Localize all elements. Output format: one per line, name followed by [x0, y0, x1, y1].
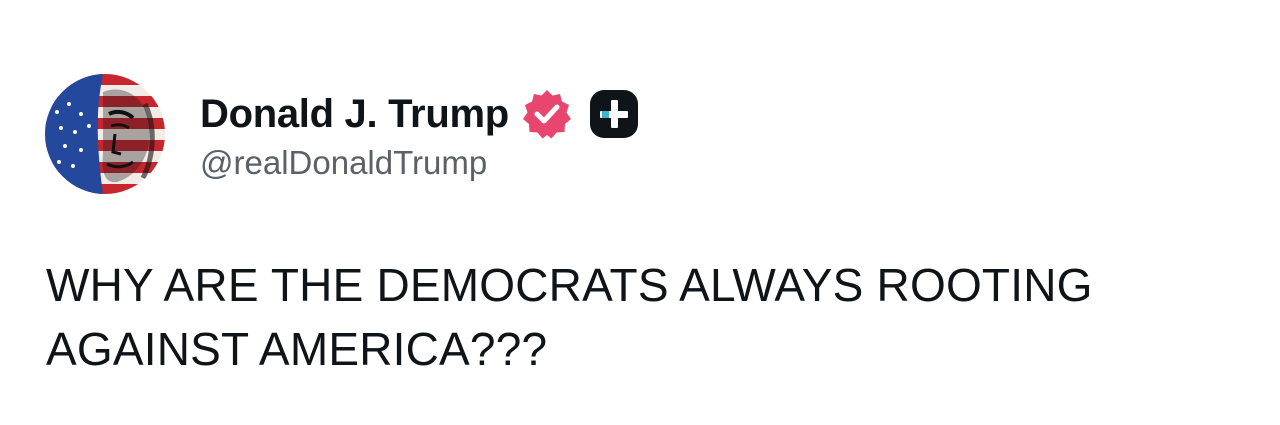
- verified-check-badge-icon: [522, 90, 571, 139]
- author-name-row: Donald J. Trump: [200, 88, 639, 140]
- author-handle[interactable]: @realDonaldTrump: [200, 144, 639, 182]
- plus-badge-icon[interactable]: [589, 89, 639, 139]
- avatar[interactable]: [45, 74, 165, 194]
- display-name[interactable]: Donald J. Trump: [200, 92, 509, 137]
- flag-portrait-avatar-icon: [45, 74, 165, 194]
- post-card: Donald J. Trump @realDonaldTrump WHY ARE…: [0, 0, 1280, 425]
- author-block: Donald J. Trump @realDonaldTrump: [200, 88, 639, 182]
- post-text: WHY ARE THE DEMOCRATS ALWAYS ROOTING AGA…: [46, 259, 1104, 375]
